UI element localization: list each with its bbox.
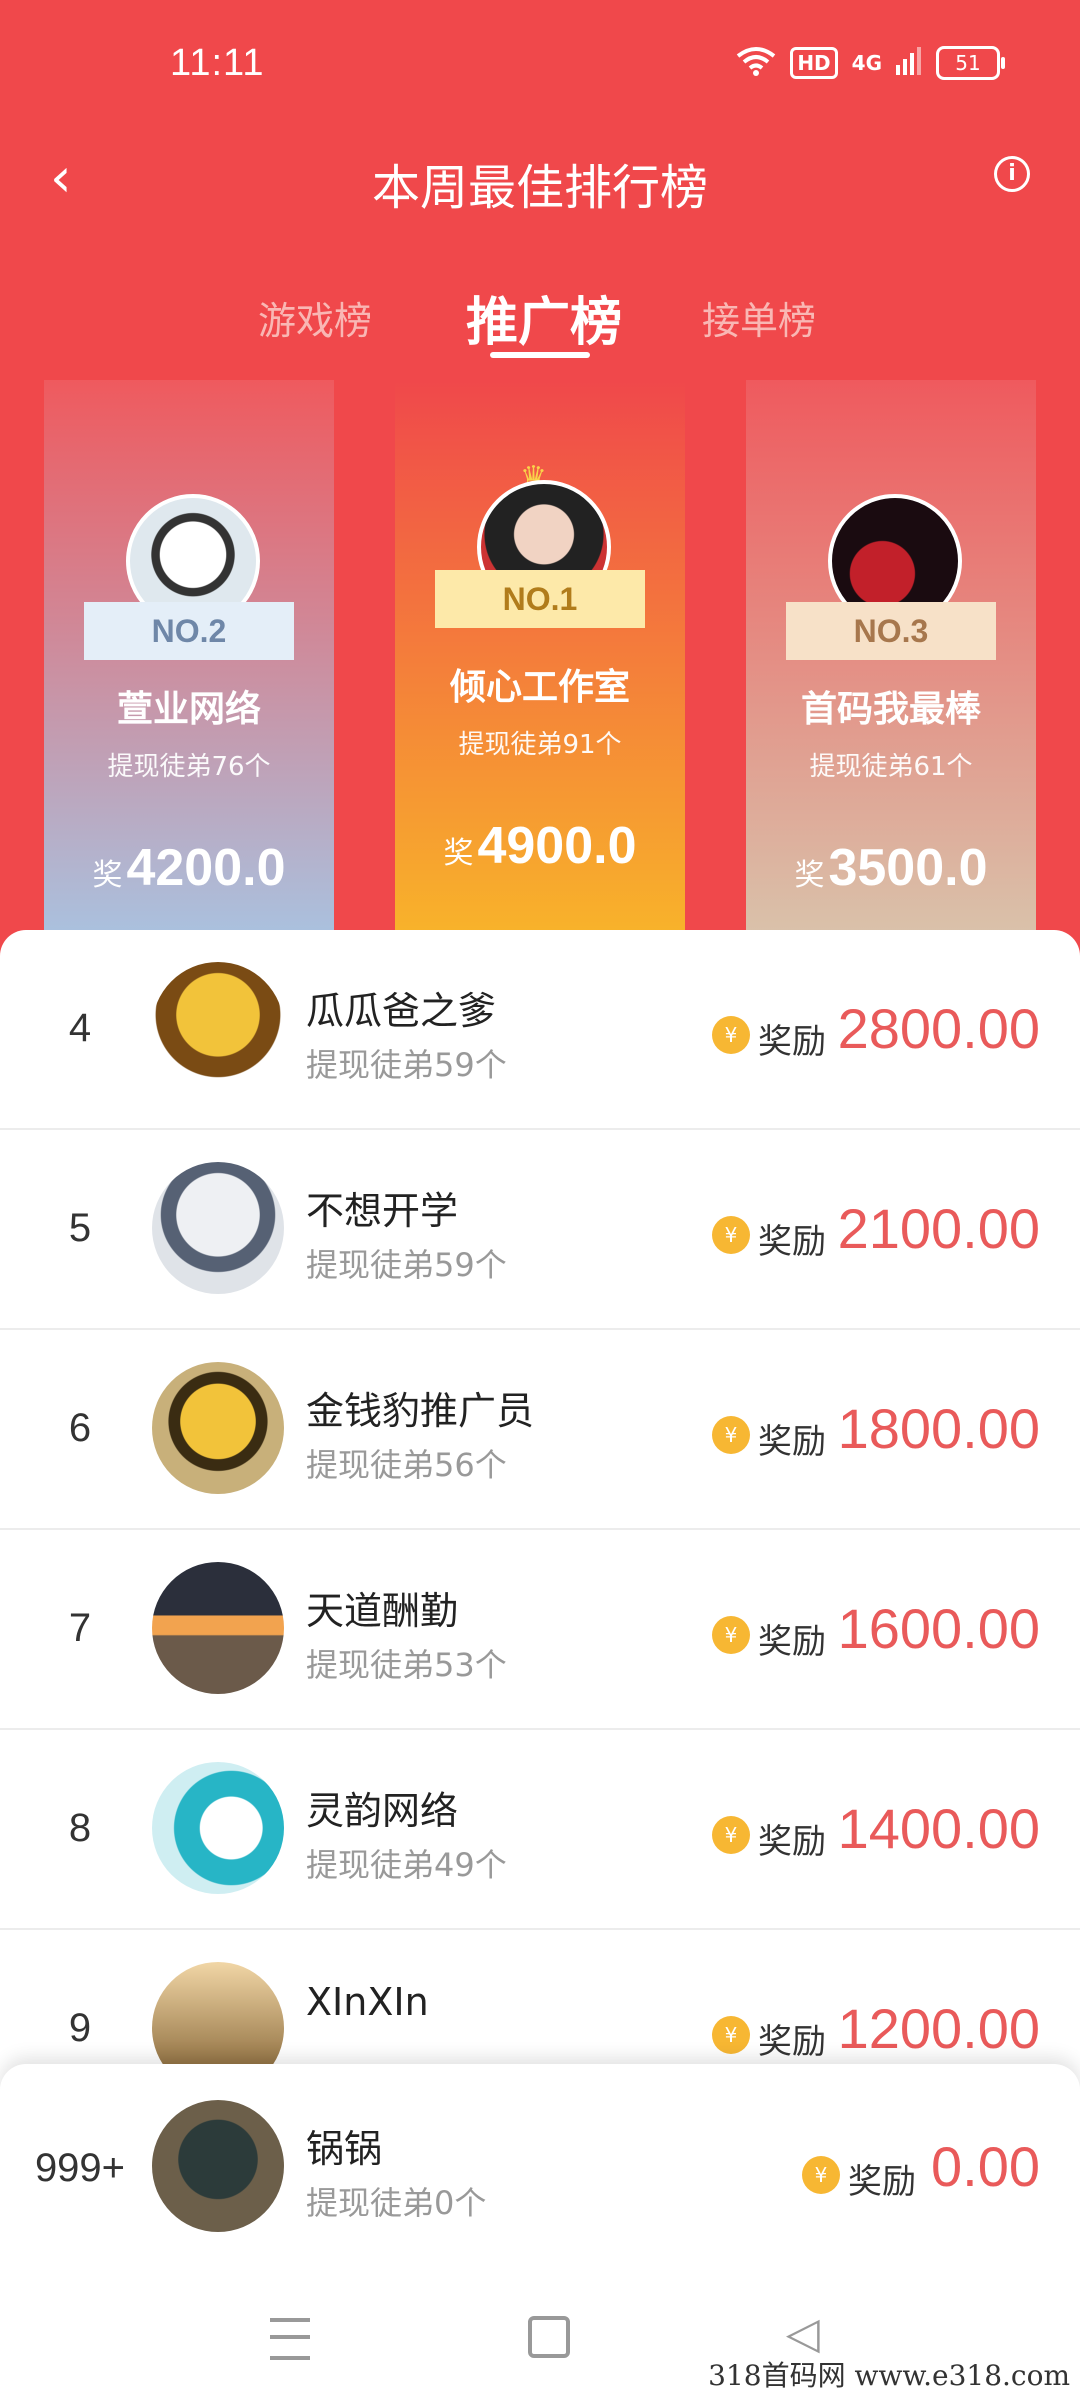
info-icon[interactable]: i <box>994 156 1030 192</box>
list-item[interactable]: 5 不想开学 提现徒弟59个 ¥ 奖励 2100.00 <box>0 1130 1080 1330</box>
podium-name: 萱业网络 <box>116 689 261 730</box>
prize-prefix: 奖 <box>794 859 825 892</box>
rank-number: 999+ <box>34 2146 126 2190</box>
user-name: XInXIn <box>306 1980 429 2024</box>
reward-label: 奖励 <box>758 1822 826 1862</box>
list-item[interactable]: 7 天道酬勤 提现徒弟53个 ¥ 奖励 1600.00 <box>0 1530 1080 1730</box>
user-name: 灵韵网络 <box>306 1789 459 1833</box>
coin-icon: ¥ <box>712 1816 750 1854</box>
status-icons: HD 4G 51 <box>736 46 1005 80</box>
tab-game[interactable]: 游戏榜 <box>258 290 372 345</box>
reward-amount: 1600.00 <box>837 1597 1040 1660</box>
battery-icon: 51 <box>936 46 1005 80</box>
prize-prefix: 奖 <box>92 859 123 892</box>
prize-value: 4200.0 <box>126 839 286 897</box>
reward-amount: 1800.00 <box>837 1397 1040 1460</box>
coin-icon: ¥ <box>712 2016 750 2054</box>
back-triangle-icon[interactable]: ◁ <box>786 2312 820 2356</box>
podium-sub: 提现徒弟91个 <box>458 730 622 760</box>
rank-number: 6 <box>68 1406 92 1450</box>
user-name: 不想开学 <box>306 1189 459 1233</box>
avatar <box>152 1362 284 1494</box>
network-label: 4G <box>851 51 882 75</box>
ranking-list[interactable]: 4 瓜瓜爸之爹 提现徒弟59个 ¥ 奖励 2800.00 5 不想开学 提现徒弟… <box>0 930 1080 2170</box>
reward-label: 奖励 <box>758 1222 826 1262</box>
avatar <box>152 1762 284 1894</box>
user-sub: 提现徒弟59个 <box>306 1046 507 1084</box>
coin-icon: ¥ <box>712 1216 750 1254</box>
podium-sub: 提现徒弟76个 <box>107 752 271 782</box>
reward-amount: 2800.00 <box>837 997 1040 1060</box>
reward-amount: 1400.00 <box>837 1797 1040 1860</box>
user-sub: 提现徒弟0个 <box>306 2184 487 2222</box>
avatar <box>152 1162 284 1294</box>
user-sub: 提现徒弟53个 <box>306 1646 507 1684</box>
avatar <box>152 2100 284 2232</box>
reward-label: 奖励 <box>758 2022 826 2062</box>
status-time: 11:11 <box>170 42 265 84</box>
user-name: 锅锅 <box>306 2127 383 2171</box>
home-icon[interactable] <box>528 2316 570 2358</box>
coin-icon: ¥ <box>712 1416 750 1454</box>
coin-icon: ¥ <box>712 1016 750 1054</box>
my-rank-row[interactable]: 999+ 锅锅 提现徒弟0个 ¥ 奖励 0.00 <box>0 2064 1080 2284</box>
rank-badge: NO.3 <box>786 602 996 660</box>
prize-prefix: 奖 <box>443 837 474 870</box>
podium-second[interactable]: NO.2 萱业网络 提现徒弟76个 奖4200.0 <box>44 380 334 940</box>
prize-value: 4900.0 <box>477 817 637 875</box>
podium-name: 倾心工作室 <box>449 667 630 708</box>
reward-label: 奖励 <box>848 2162 916 2202</box>
podium-first[interactable]: ♛ NO.1 倾心工作室 提现徒弟91个 奖4900.0 <box>395 380 685 940</box>
podium-name: 首码我最棒 <box>800 689 981 730</box>
page-title: 本周最佳排行榜 <box>371 160 708 216</box>
hd-icon: HD <box>790 47 838 79</box>
signal-icon <box>896 47 922 79</box>
user-name: 瓜瓜爸之爹 <box>306 989 497 1033</box>
list-item[interactable]: 8 灵韵网络 提现徒弟49个 ¥ 奖励 1400.00 <box>0 1730 1080 1930</box>
status-bar: 11:11 HD 4G 51 <box>0 0 1080 140</box>
reward-label: 奖励 <box>758 1622 826 1662</box>
wifi-icon <box>736 46 776 80</box>
podium-sub: 提现徒弟61个 <box>809 752 973 782</box>
user-name: 天道酬勤 <box>306 1589 459 1633</box>
active-tab-indicator <box>490 352 590 358</box>
avatar <box>152 1562 284 1694</box>
podium-prize: 奖4900.0 <box>395 816 685 876</box>
reward-label: 奖励 <box>758 1422 826 1462</box>
podium-prize: 奖4200.0 <box>44 838 334 898</box>
menu-icon[interactable] <box>270 2318 310 2360</box>
tab-orders[interactable]: 接单榜 <box>702 290 816 345</box>
podium-third[interactable]: NO.3 首码我最棒 提现徒弟61个 奖3500.0 <box>746 380 1036 940</box>
rank-badge: NO.1 <box>435 570 645 628</box>
reward-amount: 1200.00 <box>837 1997 1040 2060</box>
reward-amount: 2100.00 <box>837 1197 1040 1260</box>
system-nav-bar: ◁ 318首码网 www.e318.com <box>0 2284 1080 2400</box>
reward-label: 奖励 <box>758 1022 826 1062</box>
app-header: ‹ 本周最佳排行榜 i <box>0 130 1080 230</box>
rank-number: 8 <box>68 1806 92 1850</box>
user-name: 金钱豹推广员 <box>306 1389 535 1433</box>
podium-prize: 奖3500.0 <box>746 838 1036 898</box>
prize-value: 3500.0 <box>828 839 988 897</box>
rank-number: 4 <box>68 1006 92 1050</box>
tab-promotion[interactable]: 推广榜 <box>466 280 622 355</box>
user-sub: 提现徒弟59个 <box>306 1246 507 1284</box>
rank-number: 7 <box>68 1606 92 1650</box>
list-item[interactable]: 6 金钱豹推广员 提现徒弟56个 ¥ 奖励 1800.00 <box>0 1330 1080 1530</box>
watermark: 318首码网 www.e318.com <box>708 2359 1070 2392</box>
user-sub: 提现徒弟49个 <box>306 1846 507 1884</box>
coin-icon: ¥ <box>802 2156 840 2194</box>
rank-number: 9 <box>68 2006 92 2050</box>
avatar <box>152 962 284 1094</box>
rank-number: 5 <box>68 1206 92 1250</box>
user-sub: 提现徒弟56个 <box>306 1446 507 1484</box>
reward-amount: 0.00 <box>931 2135 1040 2198</box>
rank-badge: NO.2 <box>84 602 294 660</box>
coin-icon: ¥ <box>712 1616 750 1654</box>
list-item[interactable]: 4 瓜瓜爸之爹 提现徒弟59个 ¥ 奖励 2800.00 <box>0 930 1080 1130</box>
